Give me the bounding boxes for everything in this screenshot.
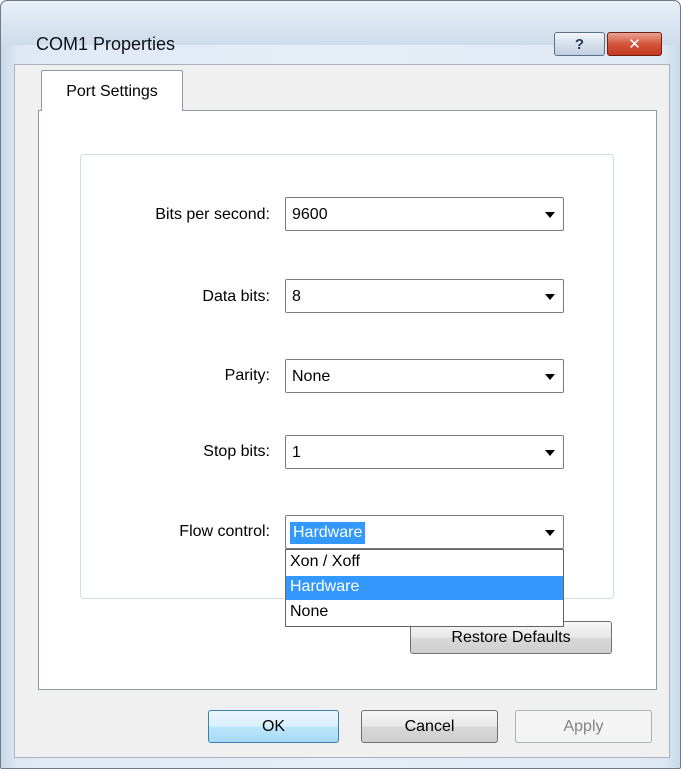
apply-button[interactable]: Apply (515, 710, 652, 743)
close-button[interactable]: ✕ (607, 32, 662, 56)
parity-label: Parity: (224, 367, 270, 384)
help-icon: ? (574, 35, 585, 53)
data-bits-label: Data bits: (202, 288, 270, 305)
cancel-button[interactable]: Cancel (361, 710, 498, 743)
stop-bits-label: Stop bits: (203, 443, 270, 460)
dropdown-option-xon-xoff[interactable]: Xon / Xoff (286, 551, 563, 575)
flow-control-label: Flow control: (179, 523, 270, 540)
flow-control-dropdown: Xon / Xoff Hardware None (285, 549, 564, 627)
properties-dialog: COM1 Properties ? ✕ Port Settings Bits p… (0, 0, 681, 769)
dropdown-option-none[interactable]: None (286, 601, 563, 625)
title-bar[interactable]: COM1 Properties ? ✕ (1, 1, 680, 56)
ok-button[interactable]: OK (208, 710, 339, 743)
tab-label: Port Settings (66, 83, 158, 100)
chevron-down-icon (545, 374, 555, 380)
data-bits-value: 8 (292, 288, 301, 305)
stop-bits-value: 1 (292, 444, 301, 461)
flow-control-select[interactable]: Hardware (285, 515, 564, 549)
tab-port-settings[interactable]: Port Settings (41, 70, 183, 111)
chevron-down-icon (545, 294, 555, 300)
dropdown-option-hardware[interactable]: Hardware (286, 576, 563, 600)
bits-per-second-value: 9600 (292, 206, 328, 223)
close-icon: ✕ (628, 36, 641, 53)
flow-control-value: Hardware (290, 522, 366, 544)
chevron-down-icon (545, 212, 555, 218)
chevron-down-icon (545, 450, 555, 456)
bits-per-second-select[interactable]: 9600 (285, 197, 564, 231)
bits-per-second-label: Bits per second: (155, 206, 270, 223)
window-title: COM1 Properties (36, 34, 176, 54)
parity-value: None (292, 368, 331, 385)
data-bits-select[interactable]: 8 (285, 279, 564, 313)
parity-select[interactable]: None (285, 359, 564, 393)
stop-bits-select[interactable]: 1 (285, 435, 564, 469)
help-button[interactable]: ? (554, 32, 605, 56)
chevron-down-icon (545, 530, 555, 536)
